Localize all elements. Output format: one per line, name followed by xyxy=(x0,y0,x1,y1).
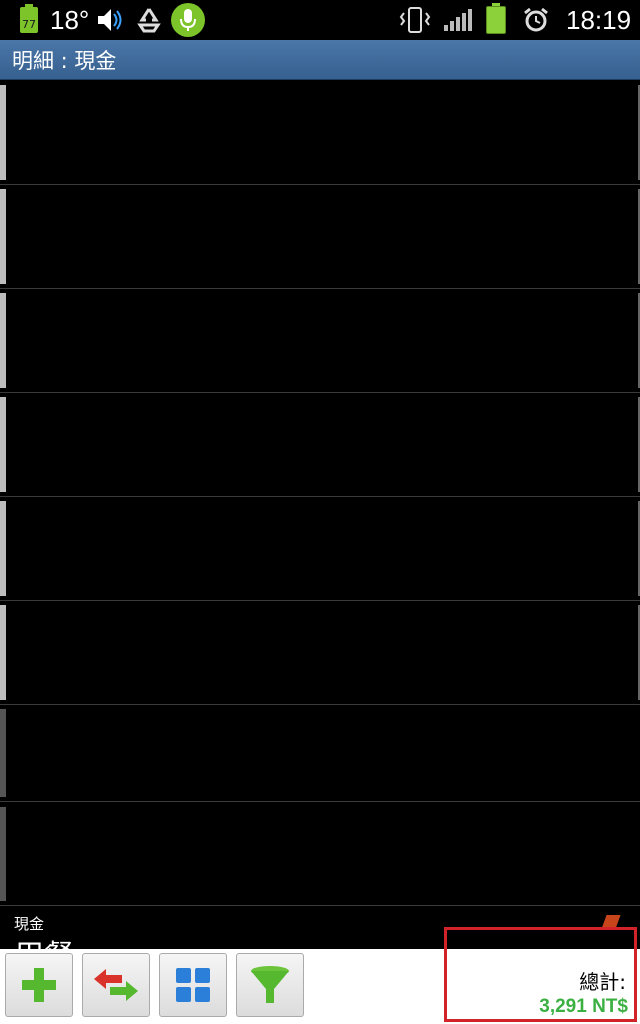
category-label: 用餐 xyxy=(14,931,74,949)
status-bar: 77 18° 18:19 xyxy=(0,0,640,40)
recycle-icon xyxy=(134,0,164,40)
alarm-icon xyxy=(522,0,550,40)
transfer-button[interactable] xyxy=(82,953,150,1017)
add-button[interactable] xyxy=(5,953,73,1017)
signal-icon xyxy=(444,0,472,40)
list-item[interactable] xyxy=(0,185,640,289)
total-amount: 3,291 NT$ xyxy=(539,996,628,1017)
grid-view-button[interactable] xyxy=(159,953,227,1017)
list-item[interactable] xyxy=(0,705,640,802)
list-item[interactable] xyxy=(0,81,640,185)
title-bar: 明細 : 現金 xyxy=(0,40,640,80)
battery-level-label: 77 xyxy=(20,4,38,33)
page-title: 明細 : 現金 xyxy=(12,48,117,73)
filter-button[interactable] xyxy=(236,953,304,1017)
clock: 18:19 xyxy=(566,4,632,35)
total-label: 總計: xyxy=(579,970,626,994)
list-item[interactable] xyxy=(0,601,640,705)
transaction-list[interactable]: 現金 用餐 xyxy=(0,81,640,949)
microphone-icon xyxy=(171,0,205,40)
list-item[interactable] xyxy=(0,289,640,393)
list-item[interactable] xyxy=(0,393,640,497)
volume-icon xyxy=(94,0,124,40)
total-summary: 總計: 3,291 NT$ xyxy=(444,927,637,1022)
temperature: 18° xyxy=(50,4,90,35)
filter-icon xyxy=(251,966,289,1003)
grid-icon xyxy=(176,968,210,1002)
battery-icon xyxy=(486,0,506,40)
battery-small-icon: 77 xyxy=(20,0,38,40)
vibrate-icon xyxy=(398,0,432,40)
add-icon xyxy=(22,968,56,1002)
transfer-icon xyxy=(94,969,138,1001)
list-item[interactable] xyxy=(0,497,640,601)
list-item[interactable] xyxy=(0,803,640,906)
